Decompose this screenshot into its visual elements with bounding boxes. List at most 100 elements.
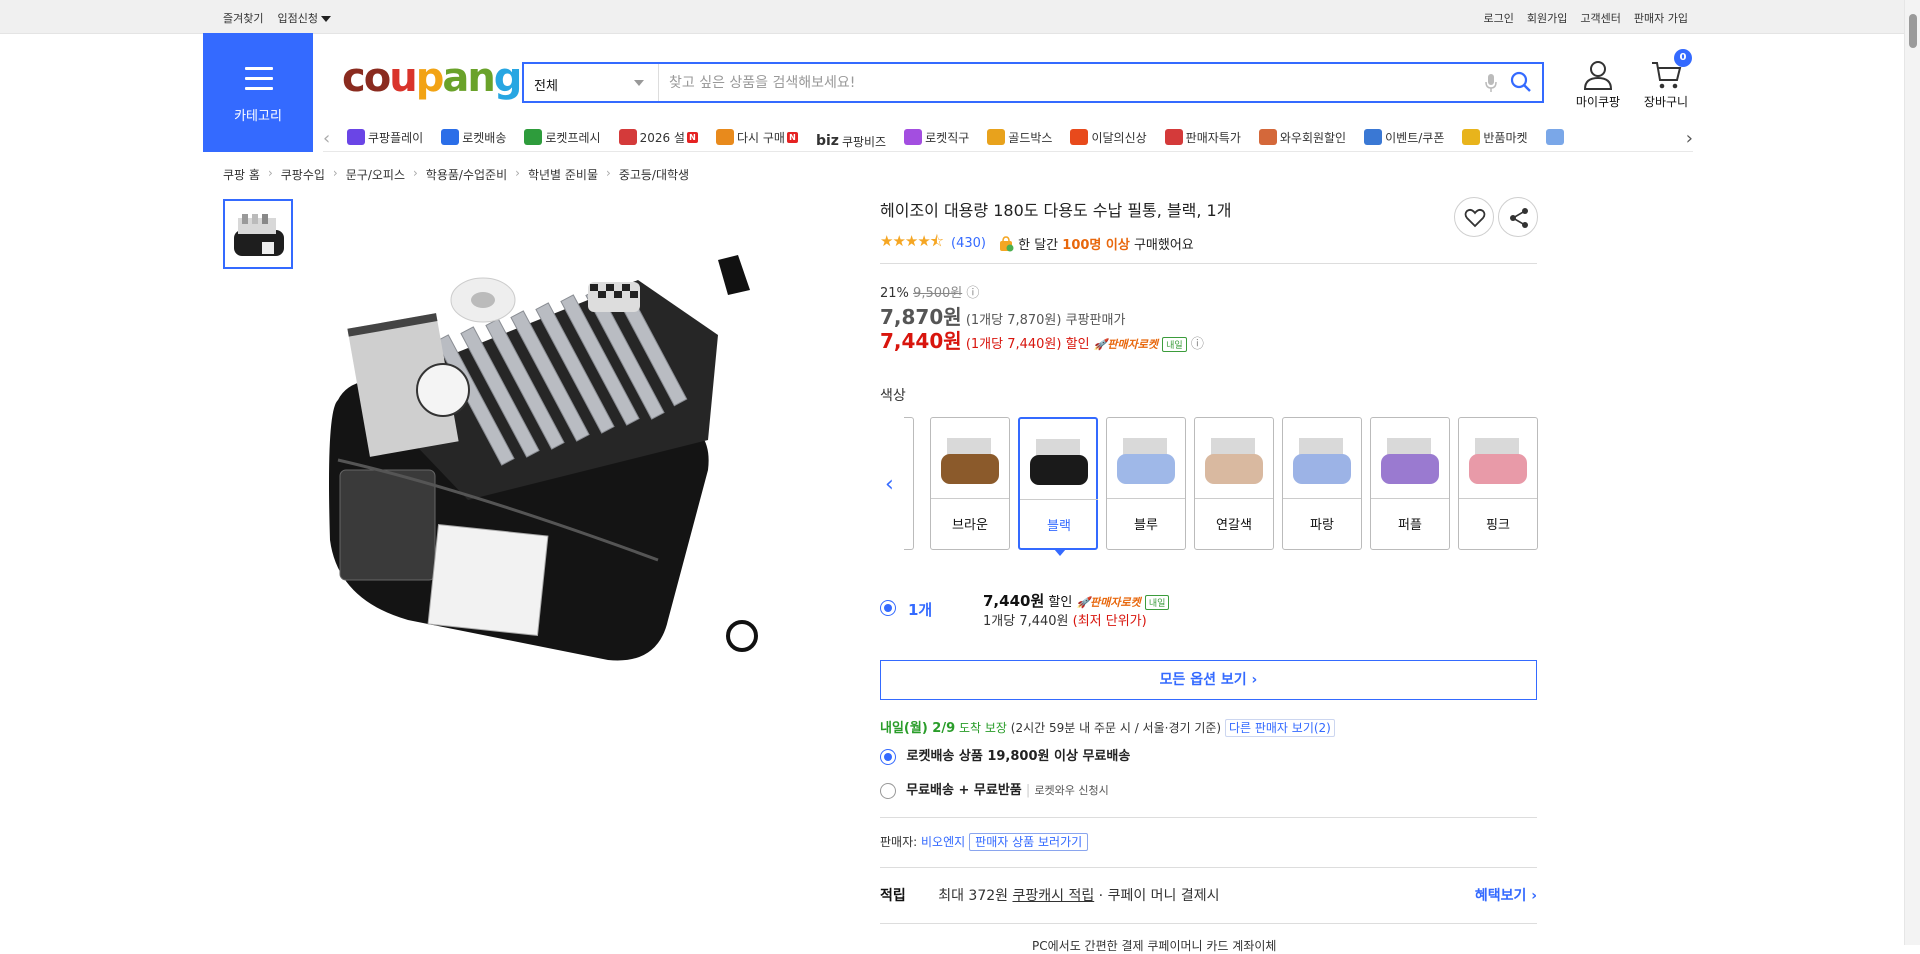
color-swatch[interactable]: 블루 (1106, 417, 1186, 550)
benefits-link[interactable]: 혜택보기 › (1475, 885, 1537, 905)
chevron-right-icon[interactable]: › (1686, 128, 1693, 149)
share-button[interactable] (1498, 197, 1538, 237)
seller-signup-link[interactable]: 판매자 가입 (1634, 10, 1688, 26)
seller-apply-label: 입점신청 (277, 12, 318, 25)
product-thumbnail[interactable] (223, 199, 293, 269)
seller-label: 판매자: (880, 835, 921, 849)
info-icon[interactable]: ⓘ (966, 286, 979, 301)
rocket-shipping-option[interactable]: 로켓배송 상품 19,800원 이상 무료배송 (880, 745, 1130, 765)
review-count-link[interactable]: (430) (951, 236, 986, 251)
color-swatch[interactable]: 연갈색 (1194, 417, 1274, 550)
quick-nav-label: 이벤트/쿠폰 (1385, 130, 1445, 145)
customer-center-link[interactable]: 고객센터 (1580, 10, 1620, 26)
breadcrumb-item[interactable]: 중고등/대학생 (619, 166, 689, 183)
signup-link[interactable]: 회원가입 (1527, 10, 1567, 26)
quick-nav-item[interactable]: 로켓프레시 (524, 124, 601, 150)
quantity-radio[interactable] (880, 600, 896, 616)
coupang-logo[interactable]: coupang (342, 56, 522, 100)
chevron-down-icon (634, 80, 644, 86)
scrollbar-thumb[interactable] (1909, 14, 1917, 48)
quick-nav-item[interactable]: 이달의신상 (1070, 124, 1147, 150)
swatch-image (1283, 418, 1361, 499)
hamburger-icon (245, 67, 273, 97)
swatch-image (1195, 418, 1273, 499)
breadcrumb-item[interactable]: 학용품/수업준비 (426, 166, 507, 183)
delivery-condition: (2시간 59분 내 주문 시 / 서울·경기 기준) (1010, 721, 1222, 735)
seller-name-link[interactable]: 비오엔지 (921, 835, 965, 849)
shipping-radio-2[interactable] (880, 782, 896, 799)
quick-nav-item[interactable]: 로켓직구 (904, 124, 969, 150)
quick-nav-label: 로켓배송 (462, 130, 507, 145)
other-sellers-link[interactable]: 다른 판매자 보기(2) (1224, 719, 1335, 737)
new-badge: N (686, 131, 698, 143)
seller-apply-dropdown[interactable]: 입점신청 (277, 10, 331, 26)
quick-nav-item[interactable]: 골드박스 (987, 124, 1052, 150)
color-swatch[interactable]: 파랑 (1282, 417, 1362, 550)
divider (880, 867, 1537, 868)
free-shipping-option[interactable]: 무료배송 + 무료반품 | 로켓와우 신청시 (880, 779, 1109, 799)
bag-icon (999, 236, 1014, 252)
delivery-info: 내일(월) 2/9 도착 보장 (2시간 59분 내 주문 시 / 서울·경기 … (880, 717, 1335, 737)
favorites-link[interactable]: 즐겨찾기 (223, 10, 263, 26)
color-swatch[interactable]: 브라운 (930, 417, 1010, 550)
chevron-left-icon[interactable]: ‹ (323, 128, 330, 149)
search-icon[interactable] (1510, 71, 1532, 97)
quick-nav-label: 반품마켓 (1483, 130, 1528, 145)
cart-count-badge: 0 (1674, 49, 1692, 67)
quick-nav-item[interactable]: 쿠팡플레이 (347, 124, 423, 150)
color-swatch[interactable]: 퍼플 (1370, 417, 1450, 550)
quick-nav-label: 다시 구매 (736, 130, 785, 145)
quick-nav-item[interactable] (1545, 124, 1567, 150)
reward-rest: · 쿠페이 머니 결제시 (1094, 888, 1220, 904)
favorite-button[interactable] (1454, 197, 1494, 237)
category-menu-button[interactable]: 카테고리 (203, 33, 313, 152)
quick-nav-label: 2026 설 (639, 130, 685, 145)
quick-nav-item[interactable]: 이벤트/쿠폰 (1364, 124, 1444, 150)
breadcrumb-item[interactable]: 문구/오피스 (346, 166, 405, 183)
quick-nav-item[interactable]: biz 쿠팡비즈 (816, 128, 886, 152)
my-coupang-button[interactable]: 마이쿠팡 (1568, 60, 1628, 110)
all-options-button[interactable]: 모든 옵션 보기 › (880, 660, 1537, 700)
breadcrumb-item[interactable]: 쿠팡수입 (281, 166, 325, 183)
quick-nav-item[interactable]: 다시 구매 N (715, 124, 798, 150)
my-coupang-label: 마이쿠팡 (1575, 95, 1621, 109)
color-swatch[interactable]: 핑크 (1458, 417, 1538, 550)
search-input[interactable] (669, 72, 1469, 94)
page-scrollbar[interactable] (1904, 0, 1920, 945)
cart-label: 장바구니 (1643, 95, 1689, 109)
swatch-name: 파랑 (1310, 518, 1334, 533)
login-link[interactable]: 로그인 (1484, 10, 1514, 26)
product-title: 헤이조이 대용량 180도 다용도 수납 필통, 블랙, 1개 (880, 201, 1232, 220)
quick-nav-item[interactable]: 로켓배송 (441, 124, 506, 150)
divider (880, 923, 1537, 924)
option-rocket-badge: 🚀판매자로켓 (1076, 596, 1141, 609)
search-scope-value: 전체 (534, 79, 558, 94)
product-main-image[interactable] (318, 240, 848, 680)
quantity-option[interactable]: 1개 7,440원 할인 🚀판매자로켓 내일 1개당 7,440원 (최저 단위… (880, 590, 1537, 650)
seller-row: 판매자: 비오엔지 판매자 상품 보러가기 (880, 833, 1089, 851)
breadcrumb-item[interactable]: 쿠팡 홈 (223, 166, 260, 183)
info-icon[interactable]: ⓘ (1191, 337, 1204, 352)
swatch-prev-arrow[interactable]: ‹ (885, 472, 894, 497)
search-scope-select[interactable]: 전체 (524, 64, 659, 101)
color-swatches: 브라운 블랙 블루 연갈색 파랑 퍼플 핑크 (930, 417, 1546, 556)
option-price: 7,440원 (983, 592, 1045, 610)
quick-nav-icon (618, 129, 637, 145)
quick-nav-icon (524, 129, 543, 145)
rating-stars[interactable]: ★★★★⯪ (880, 231, 944, 256)
seller-products-button[interactable]: 판매자 상품 보러가기 (969, 833, 1089, 851)
color-swatch[interactable]: 블랙 (1018, 417, 1098, 556)
cart-button[interactable]: 장바구니 0 (1636, 49, 1696, 110)
shipping-radio-1[interactable] (880, 748, 896, 765)
final-price-row: 7,440원 (1개당 7,440원) 할인 🚀판매자로켓 내일 ⓘ (880, 325, 1204, 354)
quick-nav-item[interactable]: 2026 설N (618, 124, 698, 150)
coupang-cash-link[interactable]: 쿠팡캐시 적립 (1012, 888, 1094, 904)
quick-nav-item[interactable]: 판매자특가 (1164, 124, 1241, 150)
swatch-partial[interactable] (904, 417, 914, 550)
microphone-icon[interactable] (1484, 73, 1498, 97)
breadcrumb-item[interactable]: 학년별 준비물 (528, 166, 598, 183)
quick-nav-item[interactable]: 와우회원할인 (1258, 124, 1346, 150)
tomorrow-badge: 내일 (1162, 337, 1187, 352)
quick-nav-item[interactable]: 반품마켓 (1462, 124, 1528, 150)
delivery-date: 내일(월) 2/9 (880, 721, 956, 736)
